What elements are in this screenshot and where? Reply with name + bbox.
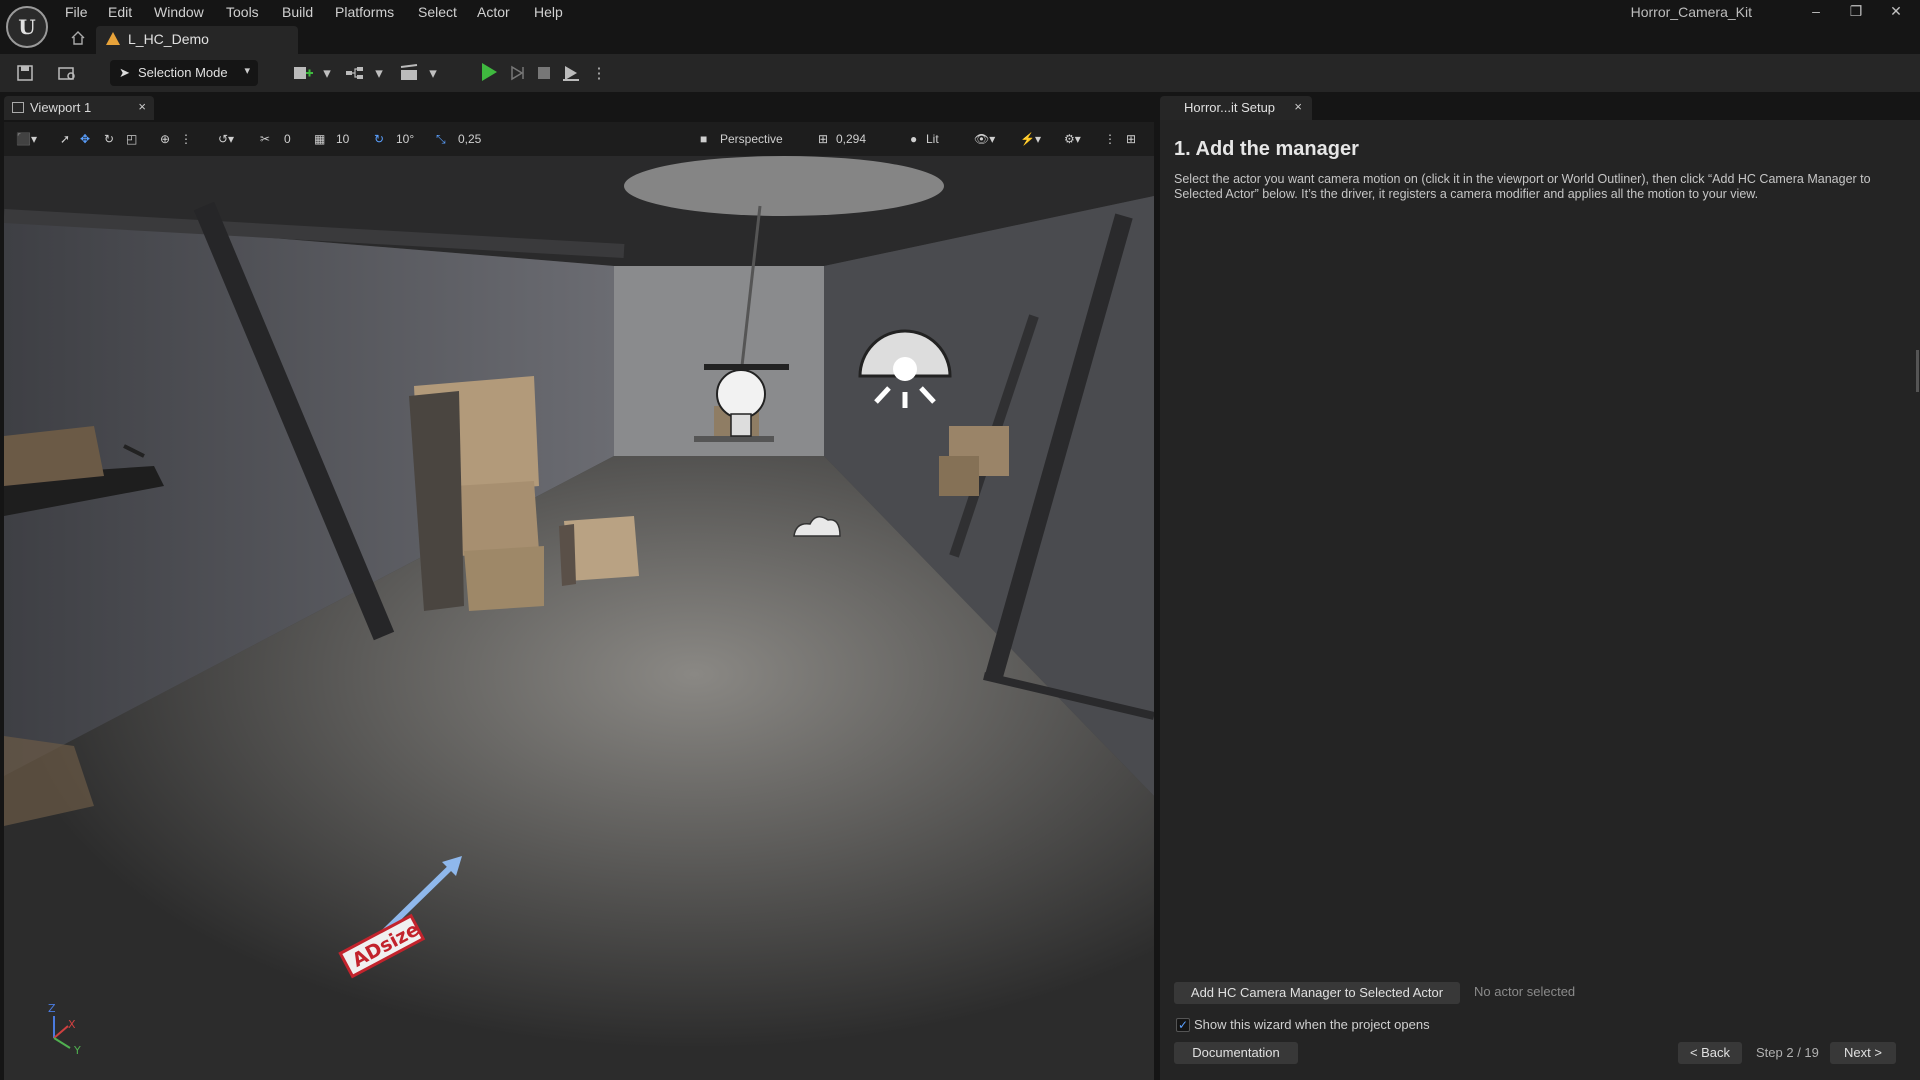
settings-icon[interactable]: ⚙▾ [1064, 130, 1081, 148]
camera-speed-value[interactable]: 0,294 [836, 130, 866, 148]
restore-button[interactable]: ❐ [1836, 0, 1876, 22]
add-camera-manager-button[interactable]: Add HC Camera Manager to Selected Actor [1174, 982, 1460, 1004]
scale-icon[interactable]: ◰ [126, 130, 137, 148]
translate-icon[interactable]: ✥ [80, 130, 90, 148]
blueprint-icon[interactable] [344, 62, 366, 84]
viewport-icon [12, 102, 24, 113]
show-flags-icon[interactable]: 👁▾ [974, 130, 995, 148]
viewport-tab[interactable]: Viewport 1 × [4, 96, 154, 120]
play-button[interactable] [482, 63, 497, 81]
scrollbar[interactable] [1916, 350, 1919, 392]
content-browser-icon[interactable] [56, 62, 78, 84]
viewport-tab-label: Viewport 1 [30, 100, 92, 115]
viewport-tab-row: Viewport 1 × [0, 96, 1158, 120]
layout-icon[interactable]: ⊞ [1126, 130, 1136, 148]
scale-snap-icon[interactable]: ⤡ [436, 130, 446, 148]
close-window-button[interactable]: ✕ [1876, 0, 1916, 22]
step-title: 1. Add the manager [1174, 138, 1359, 160]
level-tab-label: L_HC_Demo [128, 31, 209, 47]
select-mode-icon[interactable]: ⬛▾ [16, 130, 37, 148]
main-toolbar: ➤ Selection Mode ▾ ▾ ▾ ▾ ⋮ [0, 54, 1920, 92]
level-viewport[interactable]: ⬛▾ ➚ ✥ ↻ ◰ ⊕ ⋮ ↺▾ ✂ 0 ▦ 10 ↻ 10° ⤡ 0,25 … [4, 122, 1154, 1080]
level-tab[interactable]: L_HC_Demo [96, 26, 298, 54]
menu-help[interactable]: Help [534, 2, 563, 22]
show-wizard-checkbox[interactable]: ✓ [1176, 1018, 1190, 1032]
home-icon[interactable] [70, 30, 86, 46]
lit-icon[interactable]: ● [910, 130, 917, 148]
show-wizard-label[interactable]: Show this wizard when the project opens [1194, 1017, 1430, 1032]
next-button[interactable]: Next > [1830, 1042, 1896, 1064]
realtime-icon[interactable]: ⚡▾ [1020, 130, 1041, 148]
eject-icon[interactable] [560, 62, 582, 84]
chevron-down-icon[interactable]: ▾ [422, 62, 444, 84]
camera-icon[interactable]: ■ [700, 130, 707, 148]
menu-file[interactable]: File [65, 2, 88, 22]
rotation-snap-value[interactable]: 0 [284, 130, 291, 148]
axis-x-label: X [68, 1018, 76, 1031]
more-options-icon[interactable]: ⋮ [1104, 130, 1116, 148]
menu-tools[interactable]: Tools [226, 2, 259, 22]
axis-y-label: Y [73, 1044, 81, 1057]
title-bar: U File Edit Window Tools Build Platforms… [0, 0, 1920, 54]
world-local-icon[interactable]: ⊕ [160, 130, 170, 148]
axis-z-label: Z [48, 1002, 56, 1015]
cursor-icon: ➤ [119, 65, 130, 80]
stop-icon[interactable] [533, 62, 555, 84]
rotation-grid-icon[interactable]: ↻ [374, 130, 384, 148]
selection-mode-dropdown[interactable]: ➤ Selection Mode ▾ [110, 60, 258, 86]
grid-snap-icon[interactable]: ▦ [314, 130, 325, 148]
step-forward-icon[interactable] [506, 62, 528, 84]
rotation-grid-value[interactable]: 10° [396, 130, 414, 148]
menu-edit[interactable]: Edit [108, 2, 132, 22]
select-arrow-icon[interactable]: ➚ [60, 130, 70, 148]
menu-select[interactable]: Select [418, 2, 457, 22]
save-icon[interactable] [14, 62, 36, 84]
step-counter: Step 2 / 19 [1756, 1045, 1819, 1060]
back-button[interactable]: < Back [1678, 1042, 1742, 1064]
setup-wizard-panel: 1. Add the manager Select the actor you … [1160, 120, 1920, 1080]
step-description: Select the actor you want camera motion … [1174, 172, 1871, 201]
close-tab-button[interactable]: × [138, 99, 146, 114]
scale-snap-value[interactable]: 0,25 [458, 130, 481, 148]
surface-snap-icon[interactable]: ↺▾ [218, 130, 234, 148]
add-actor-icon[interactable] [292, 62, 314, 84]
panel-tab-row: Horror...it Setup × [1160, 96, 1920, 120]
menu-build[interactable]: Build [282, 2, 313, 22]
warning-icon [106, 32, 120, 45]
chevron-down-icon: ▾ [244, 65, 250, 77]
view-mode-dropdown[interactable]: Perspective [720, 130, 783, 148]
camera-speed-icon[interactable]: ⊞ [818, 130, 828, 148]
close-tab-button[interactable]: × [1294, 99, 1302, 114]
menu-window[interactable]: Window [154, 2, 204, 22]
selection-status: No actor selected [1474, 984, 1576, 999]
viewport-toolbar: ⬛▾ ➚ ✥ ↻ ◰ ⊕ ⋮ ↺▾ ✂ 0 ▦ 10 ↻ 10° ⤡ 0,25 … [4, 122, 1154, 156]
more-icon[interactable]: ⋮ [180, 130, 192, 148]
chevron-down-icon[interactable]: ▾ [316, 62, 338, 84]
setup-wizard-tab-label: Horror...it Setup [1184, 100, 1276, 115]
menu-platforms[interactable]: Platforms [335, 2, 394, 22]
cinematics-icon[interactable] [398, 62, 420, 84]
app-title: Horror_Camera_Kit [1630, 4, 1752, 20]
grid-snap-value[interactable]: 10 [336, 130, 349, 148]
lighting-mode-dropdown[interactable]: Lit [926, 130, 939, 148]
scene-render[interactable]: ADsize Z X Y [4, 156, 1154, 1080]
documentation-button[interactable]: Documentation [1174, 1042, 1298, 1064]
setup-wizard-tab[interactable]: Horror...it Setup × [1160, 96, 1312, 120]
menu-actor[interactable]: Actor [477, 2, 510, 22]
minimize-button[interactable]: – [1796, 0, 1836, 22]
chevron-down-icon[interactable]: ▾ [368, 62, 390, 84]
rotation-snap-icon[interactable]: ✂ [260, 130, 270, 148]
selection-mode-label: Selection Mode [138, 65, 228, 80]
more-options-icon[interactable]: ⋮ [588, 62, 610, 84]
rotate-icon[interactable]: ↻ [104, 130, 114, 148]
unreal-logo-icon[interactable]: U [6, 6, 48, 48]
